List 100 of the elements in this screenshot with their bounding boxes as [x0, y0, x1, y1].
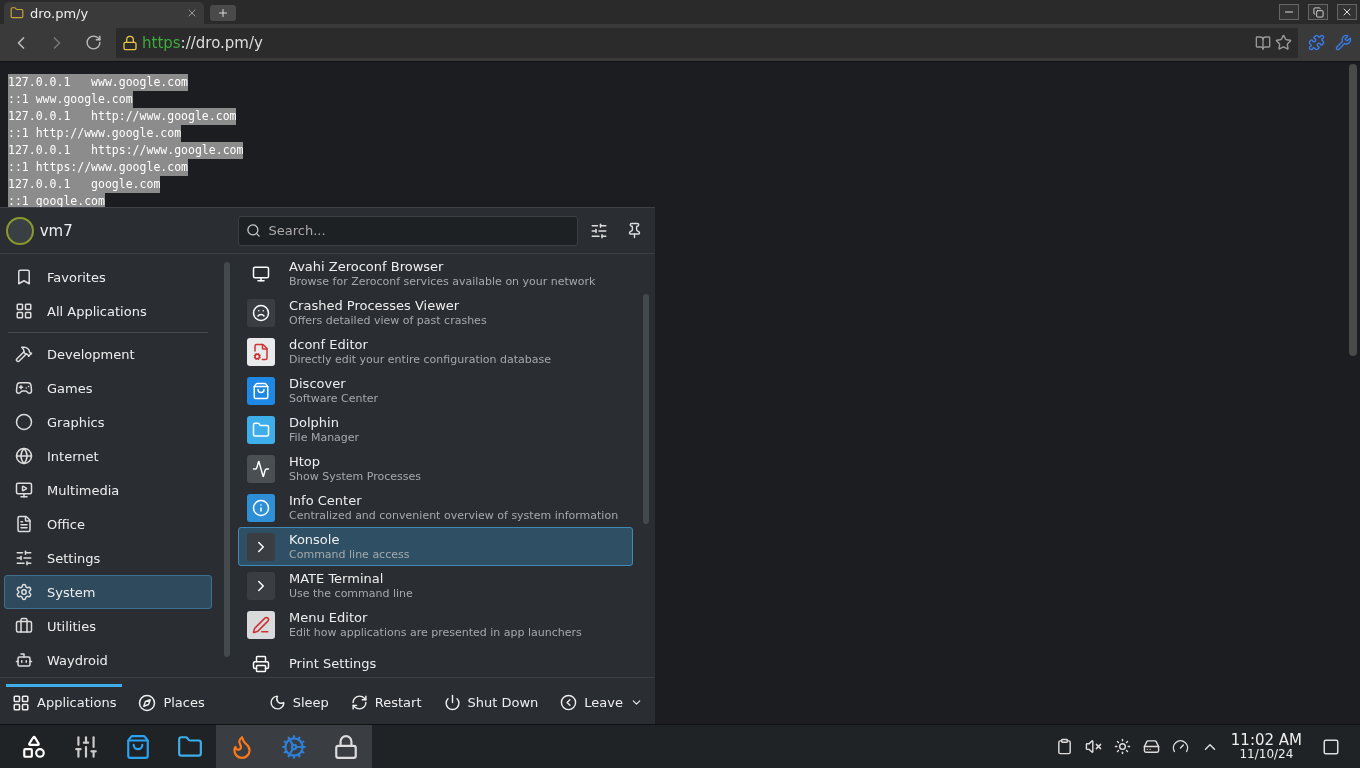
taskbar-item[interactable] [320, 724, 372, 768]
circle-icon [15, 413, 33, 431]
browser-tab[interactable]: dro.pm/y [4, 2, 204, 24]
close-icon [1341, 6, 1353, 18]
chevron-left-icon [560, 694, 578, 711]
category-item[interactable]: Favorites [4, 260, 212, 294]
app-item[interactable]: Htop Show System Processes [238, 449, 633, 488]
app-name: Htop [289, 453, 322, 470]
hammer-icon [15, 345, 33, 363]
category-item[interactable]: System [4, 575, 212, 609]
sun-icon[interactable] [1113, 738, 1131, 755]
settings-icon [15, 583, 33, 601]
user-name: vm7 [39, 221, 74, 240]
url-text: https://dro.pm/y [142, 33, 263, 52]
view-tab[interactable]: Applications [6, 684, 123, 718]
folder-icon [177, 733, 203, 760]
gamepad-icon [15, 379, 33, 397]
app-name: Avahi Zeroconf Browser [289, 258, 445, 275]
app-description: Software Center [289, 391, 378, 406]
app-item[interactable]: Crashed Processes Viewer Offers detailed view of past crashes [238, 293, 633, 332]
lock-icon [333, 733, 359, 760]
muted-speaker-icon[interactable] [1084, 738, 1102, 755]
scrollbar[interactable] [1349, 64, 1357, 356]
app-description: Browse for Zeroconf services available on your network [289, 274, 596, 289]
category-item[interactable]: Settings [4, 541, 212, 575]
new-tab-button[interactable] [210, 5, 236, 21]
app-description: Edit how applications are presented in app launchers [289, 625, 582, 640]
restore-icon [1312, 6, 1324, 18]
category-item[interactable]: All Applications [4, 294, 212, 328]
category-item[interactable]: Internet [4, 439, 212, 473]
lock-icon [122, 34, 138, 51]
app-name: Crashed Processes Viewer [289, 297, 461, 314]
info-icon [247, 493, 275, 522]
puzzle-icon[interactable] [1308, 34, 1325, 51]
app-item[interactable]: MATE Terminal Use the command line [238, 566, 633, 605]
monitor-icon [15, 481, 33, 499]
scrollbar[interactable] [224, 262, 230, 657]
view-tab[interactable]: Places [132, 684, 211, 718]
taskbar-item[interactable] [216, 724, 268, 768]
power-button[interactable]: Sleep [262, 684, 335, 718]
gear-icon [281, 733, 307, 760]
search-field[interactable]: Search... [237, 215, 578, 246]
app-name: Menu Editor [289, 609, 369, 626]
app-item[interactable]: Konsole Command line access [238, 527, 633, 566]
close-icon[interactable] [186, 7, 198, 19]
close-button[interactable] [1337, 4, 1357, 20]
app-description: Command line access [289, 547, 410, 562]
document-icon [247, 337, 275, 366]
compass-icon [138, 693, 157, 712]
document-icon [15, 515, 33, 533]
reload-icon [84, 34, 102, 51]
scrollbar[interactable] [643, 294, 649, 524]
terminal-icon [247, 532, 275, 561]
app-item[interactable]: dconf Editor Directly edit your entire configuration database [238, 332, 633, 371]
app-name: Print Settings [289, 655, 377, 672]
reader-icon[interactable] [1255, 34, 1271, 51]
app-item[interactable]: Avahi Zeroconf Browser Browse for Zeroconf services available on your network [238, 254, 633, 293]
app-item[interactable]: Print Settings [238, 644, 633, 677]
app-name: Konsole [289, 531, 341, 548]
category-item[interactable]: Games [4, 371, 212, 405]
app-description: Directly edit your entire configuration database [289, 352, 551, 367]
category-item[interactable]: Utilities [4, 609, 212, 643]
category-item[interactable]: Development [4, 337, 212, 371]
address-bar[interactable]: https://dro.pm/y [116, 27, 1298, 58]
bookmark-icon [15, 268, 33, 286]
star-icon[interactable] [1275, 34, 1292, 51]
category-item[interactable]: Graphics [4, 405, 212, 439]
category-item[interactable]: Waydroid [4, 643, 212, 677]
category-item[interactable]: Multimedia [4, 473, 212, 507]
minimize-button[interactable] [1279, 4, 1299, 20]
power-icon [443, 694, 461, 711]
app-description: Offers detailed view of past crashes [289, 313, 487, 328]
app-description: File Manager [289, 430, 360, 445]
app-item[interactable]: Menu Editor Edit how applications are presented in app launchers [238, 605, 633, 644]
power-button[interactable]: Leave [554, 684, 649, 718]
app-item[interactable]: Dolphin File Manager [238, 410, 633, 449]
moon-icon [268, 694, 286, 711]
app-item[interactable]: Info Center Centralized and convenient overview of system information [238, 488, 633, 527]
terminal-icon [247, 571, 275, 600]
app-name: Info Center [289, 492, 363, 509]
power-button[interactable]: Restart [344, 684, 428, 718]
grid-icon [12, 693, 30, 712]
show-desktop-icon[interactable] [1322, 737, 1340, 756]
category-item[interactable]: Office [4, 507, 212, 541]
robot-icon [15, 651, 33, 669]
gauge-icon[interactable] [1171, 738, 1189, 755]
power-button[interactable]: Shut Down [437, 684, 545, 718]
app-name: Dolphin [289, 414, 340, 431]
clock[interactable]: 11:02 AM 11/10/24 [1230, 732, 1302, 761]
toolbox-icon [15, 617, 33, 635]
wrench-icon[interactable] [1335, 34, 1352, 51]
activity-icon [247, 454, 275, 483]
folder-icon [10, 6, 24, 20]
app-description: Use the command line [289, 586, 413, 601]
grid-icon [15, 302, 33, 320]
clipboard-icon[interactable] [1055, 738, 1073, 755]
restore-button[interactable] [1308, 4, 1328, 20]
plus-icon [217, 7, 229, 19]
app-item[interactable]: Discover Software Center [238, 371, 633, 410]
avatar[interactable] [6, 216, 34, 245]
